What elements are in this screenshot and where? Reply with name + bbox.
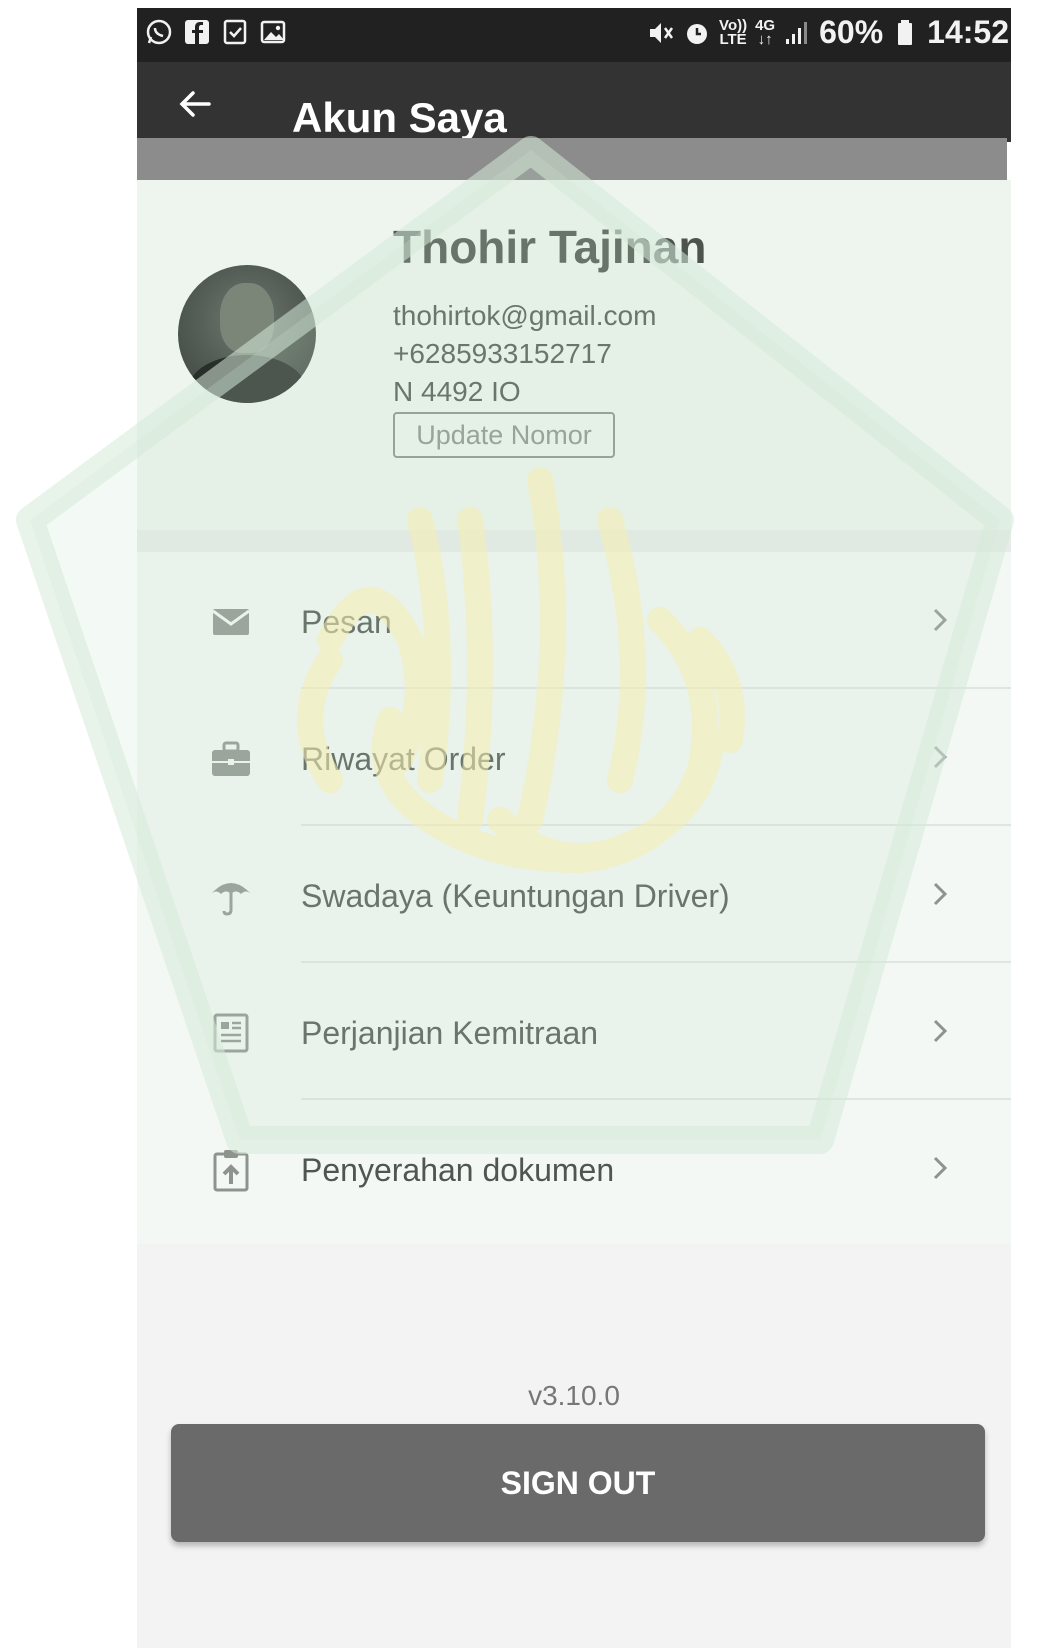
profile-phone: +6285933152717 [393, 338, 612, 369]
arrow-left-icon[interactable] [175, 84, 215, 124]
chevron-right-icon [933, 882, 948, 906]
image-icon [260, 20, 286, 44]
menu-item-label: Penyerahan dokumen [301, 1152, 615, 1188]
menu-list: Pesan Riwayat Order Swadaya (Keuntungan … [137, 552, 1011, 1244]
avatar-shoulders [188, 355, 306, 403]
menu-item-label: Perjanjian Kemitraan [301, 1015, 599, 1051]
avatar[interactable] [178, 265, 316, 403]
app-version: v3.10.0 [528, 1380, 620, 1411]
profile-email: thohirtok@gmail.com [393, 300, 657, 331]
menu-item-label: Riwayat Order [301, 741, 506, 777]
signal-icon [786, 21, 808, 44]
chevron-right-icon [933, 1156, 948, 1180]
volte-indicator: Vo)) LTE [719, 16, 748, 48]
menu-item-label: Pesan [301, 604, 392, 640]
chevron-right-icon [933, 608, 948, 632]
briefcase-icon [212, 741, 250, 776]
sign-out-button[interactable]: SIGN OUT [171, 1424, 985, 1542]
envelope-icon [212, 609, 250, 635]
whatsapp-icon [146, 19, 172, 45]
phone-screen: Vo)) LTE 4G ↓↑ 60% 14:52 Akun Saya Thohi… [137, 8, 1011, 1648]
menu-item-riwayat-order[interactable]: Riwayat Order [137, 689, 1011, 826]
clipboard-upload-icon [213, 1150, 249, 1192]
app-bar-shadow [137, 138, 1007, 180]
network-type: 4G ↓↑ [755, 16, 776, 48]
menu-item-perjanjian-kemitraan[interactable]: Perjanjian Kemitraan [137, 963, 1011, 1100]
profile-name: Thohir Tajinan [393, 221, 707, 273]
page-title: Akun Saya [292, 94, 507, 141]
avatar-face [220, 283, 274, 353]
chevron-right-icon [933, 745, 948, 769]
footer: v3.10.0 SIGN OUT [137, 1244, 1011, 1648]
battery-percent: 60% [819, 14, 884, 50]
menu-item-label: Swadaya (Keuntungan Driver) [301, 878, 730, 914]
checkbox-icon [223, 19, 247, 45]
profile-section: Thohir Tajinan thohirtok@gmail.com +6285… [137, 180, 1011, 530]
section-divider [137, 530, 1011, 552]
profile-plate: N 4492 IO [393, 376, 521, 407]
menu-item-swadaya[interactable]: Swadaya (Keuntungan Driver) [137, 826, 1011, 963]
umbrella-icon [211, 883, 251, 916]
update-number-button[interactable]: Update Nomor [393, 412, 615, 458]
facebook-icon [185, 20, 209, 44]
menu-item-pesan[interactable]: Pesan [137, 552, 1011, 689]
menu-item-penyerahan-dokumen[interactable]: Penyerahan dokumen [137, 1100, 1011, 1237]
chevron-right-icon [933, 1019, 948, 1043]
app-bar: Akun Saya [137, 62, 1011, 142]
alarm-icon [687, 23, 708, 44]
status-bar: Vo)) LTE 4G ↓↑ 60% 14:52 [137, 8, 1011, 62]
battery-icon [898, 19, 913, 45]
mute-icon [650, 22, 674, 43]
document-icon [213, 1013, 249, 1053]
clock: 14:52 [927, 14, 1009, 50]
